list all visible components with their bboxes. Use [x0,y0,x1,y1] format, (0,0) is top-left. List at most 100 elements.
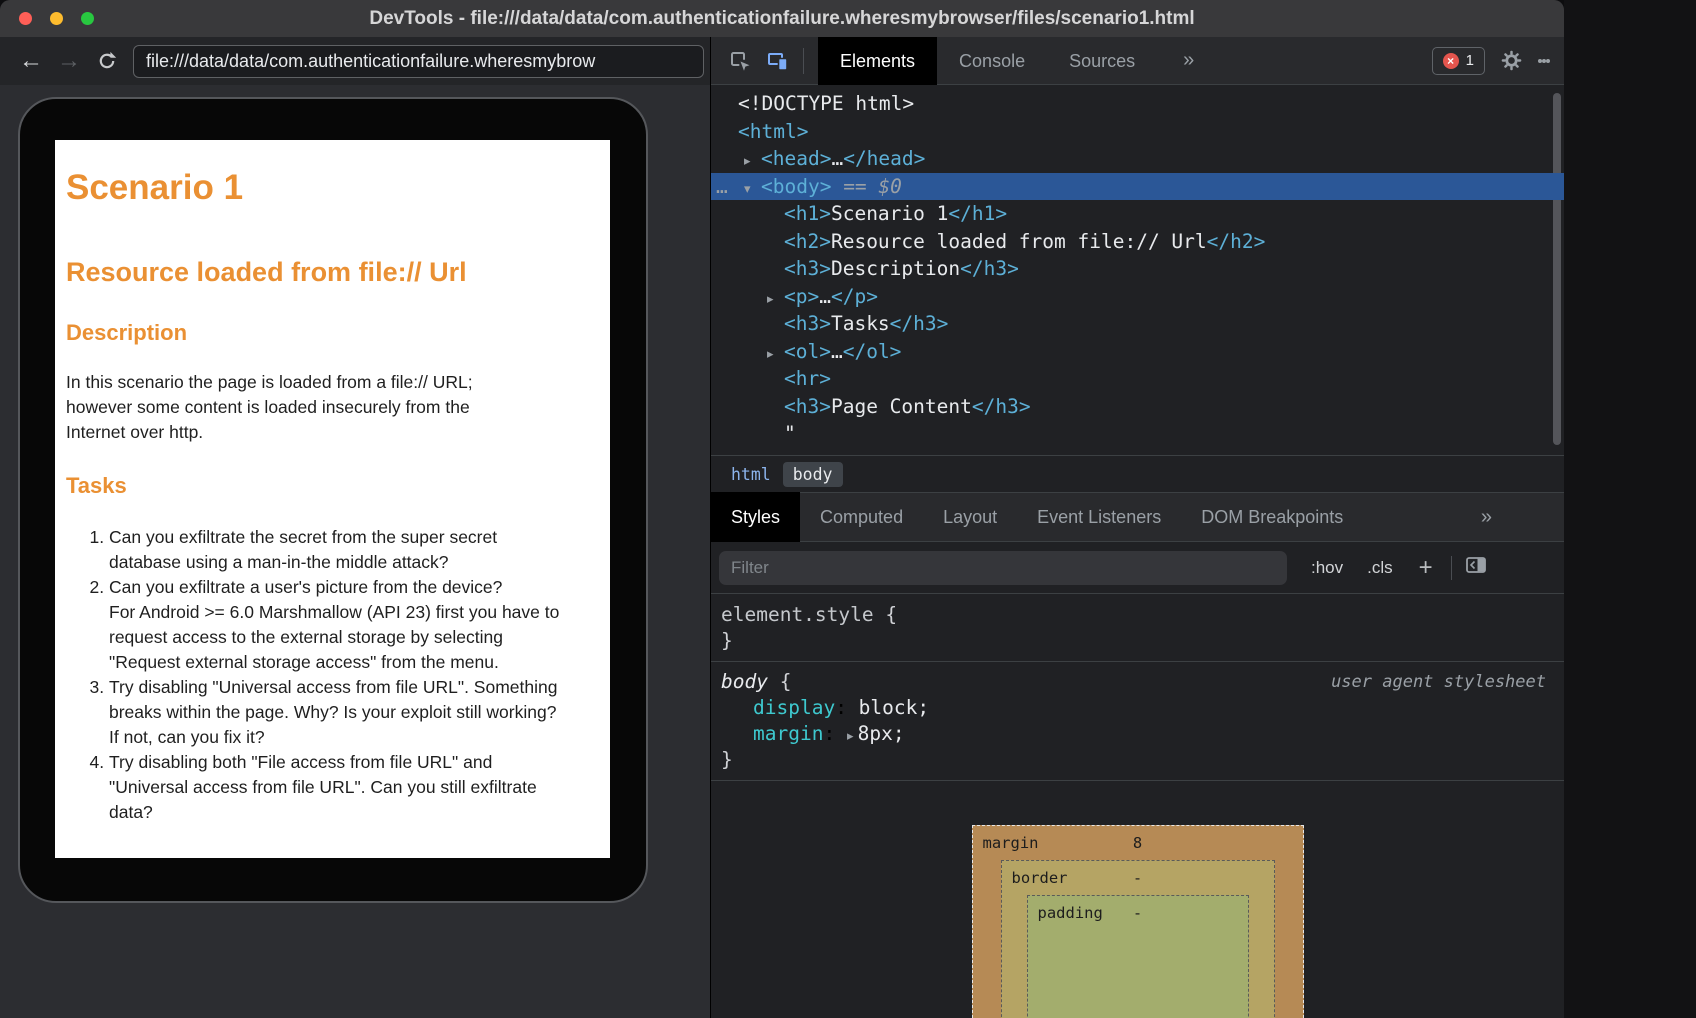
forward-button[interactable]: → [57,49,81,73]
code-segment: </h3> [890,312,949,335]
back-button[interactable]: ← [19,49,43,73]
css-property-margin[interactable]: margin: ▸ 8px; [711,721,1564,747]
code-segment: Scenario 1 [831,202,948,225]
code-segment: Tasks [831,312,890,335]
padding-label: padding [1038,896,1103,930]
url-bar[interactable]: file:///data/data/com.authenticationfail… [133,45,704,78]
tab-styles[interactable]: Styles [711,492,800,542]
code-segment: == [831,175,878,198]
expand-shorthand-icon[interactable]: ▸ [847,729,858,744]
settings-gear-icon[interactable] [1501,50,1522,71]
titlebar[interactable]: DevTools - file:///data/data/com.authent… [0,0,1564,37]
code-segment: <h2> [784,230,831,253]
dom-node-row[interactable]: <h3>Page Content</h3> [711,393,1564,421]
box-model-padding[interactable]: padding - [1027,895,1249,1018]
more-tabs-chevron[interactable]: » [1183,49,1194,72]
device-frame: Scenario 1 Resource loaded from file:// … [18,97,648,903]
browser-toolbar: ← → file:///data/data/com.authentication… [0,37,710,85]
code-segment: </head> [843,147,925,170]
tab-elements[interactable]: Elements [818,37,937,85]
dom-node-row[interactable]: <html> [711,118,1564,146]
menu-kebab-icon[interactable] [1538,56,1550,65]
code-segment: <h3> [784,312,831,335]
box-model-margin[interactable]: margin 8 border - padding [972,825,1304,1018]
code-segment: … [831,340,843,363]
error-badge[interactable]: × 1 [1432,47,1485,75]
dom-node-row[interactable]: ▸<ol>…</ol> [711,338,1564,366]
browser-pane: ← → file:///data/data/com.authentication… [0,37,710,1018]
dom-node-row[interactable]: " [711,420,1564,448]
dom-node-row[interactable]: <hr> [711,365,1564,393]
rule-properties: display: block;margin: ▸ 8px; [711,695,1564,747]
inspect-element-icon[interactable] [729,50,751,72]
code-segment: <!DOCTYPE html> [738,92,914,115]
screenshot-root: DevTools - file:///data/data/com.authent… [0,0,1696,1018]
box-model-diagram[interactable]: margin 8 border - padding [711,825,1564,1018]
rule-selector[interactable]: body [721,670,768,693]
devtools-window: DevTools - file:///data/data/com.authent… [0,0,1564,1018]
code-segment: Description [831,257,960,280]
tab-sources[interactable]: Sources [1047,37,1157,85]
margin-top-value[interactable]: 8 [1133,834,1142,852]
breadcrumb-body[interactable]: body [783,462,843,487]
code-segment: </h1> [948,202,1007,225]
url-text: file:///data/data/com.authenticationfail… [146,51,595,72]
styles-sidebar-tabs: StylesComputedLayoutEvent ListenersDOM B… [711,492,1564,542]
zoom-window-button[interactable] [81,12,94,25]
disclosure-triangle-icon[interactable]: ▸ [767,341,784,369]
task-item: Can you exfiltrate a user's picture from… [109,575,566,675]
disclosure-triangle-icon[interactable]: ▾ [744,176,761,204]
new-style-rule-button[interactable]: + [1419,558,1433,578]
elements-tree: <!DOCTYPE html><html>▸<head>…</head>…▾<b… [711,85,1564,455]
border-top-value[interactable]: - [1133,869,1142,887]
tab-event-listeners[interactable]: Event Listeners [1017,492,1181,542]
devtools-pane: ElementsConsoleSources » × 1 [710,37,1564,1018]
css-property-display[interactable]: display: block; [711,695,1564,721]
device-screen[interactable]: Scenario 1 Resource loaded from file:// … [55,140,610,858]
rule-divider [711,661,1564,662]
dom-node-row[interactable]: ▸<head>…</head> [711,145,1564,173]
box-model-border[interactable]: border - padding - [1001,860,1275,1018]
toggle-element-state-button[interactable]: :hov [1311,558,1343,578]
dom-node-row[interactable]: <h3>Tasks</h3> [711,310,1564,338]
dom-node-row[interactable]: <h2>Resource loaded from file:// Url</h2… [711,228,1564,256]
padding-top-value[interactable]: - [1133,904,1142,922]
element-classes-button[interactable]: .cls [1367,558,1393,578]
toggle-device-toolbar-icon[interactable] [767,50,789,72]
desktop-background [1564,0,1696,1018]
window-title: DevTools - file:///data/data/com.authent… [369,8,1194,30]
reload-icon[interactable] [97,51,117,71]
border-label: border [1012,861,1068,895]
page-subheading: Resource loaded from file:// Url [55,256,610,288]
disclosure-triangle-icon[interactable]: ▸ [767,286,784,314]
traffic-lights [19,0,94,37]
dom-node-row[interactable]: <h3>Description</h3> [711,255,1564,283]
computed-panel-toggle-icon[interactable] [1466,557,1487,579]
node-options-ellipsis[interactable]: … [716,173,728,201]
code-segment: <body> [761,175,831,198]
close-window-button[interactable] [19,12,32,25]
element-style-rule[interactable]: element.style { } [711,602,1564,654]
tab-layout[interactable]: Layout [923,492,1017,542]
toolbar-right: × 1 [1432,47,1564,75]
tab-console[interactable]: Console [937,37,1047,85]
body-style-rule[interactable]: body { user agent stylesheet display: bl… [711,669,1564,773]
disclosure-triangle-icon[interactable]: ▸ [744,148,761,176]
styles-panel: element.style { } body { user agent styl… [711,594,1564,1018]
dom-node-row[interactable]: <!DOCTYPE html> [711,90,1564,118]
breadcrumb-html[interactable]: html [725,462,777,487]
close-brace: } [721,748,733,771]
tasks-heading: Tasks [55,473,610,499]
dom-node-row[interactable]: …▾<body> == $0 [711,173,1564,201]
tab-dom-breakpoints[interactable]: DOM Breakpoints [1181,492,1363,542]
minimize-window-button[interactable] [50,12,63,25]
styles-filter-input[interactable] [719,551,1287,585]
dom-node-row[interactable]: ▸<p>…</p> [711,283,1564,311]
sidebar-more-tabs-chevron[interactable]: » [1481,506,1492,529]
dom-node-row[interactable]: <h1>Scenario 1</h1> [711,200,1564,228]
element-style-selector[interactable]: element.style [721,603,874,626]
tab-computed[interactable]: Computed [800,492,923,542]
tasks-list: Can you exfiltrate the secret from the s… [55,525,610,825]
stylesheet-origin: user agent stylesheet [1331,669,1546,695]
box-model-content-area [1028,930,1248,1018]
